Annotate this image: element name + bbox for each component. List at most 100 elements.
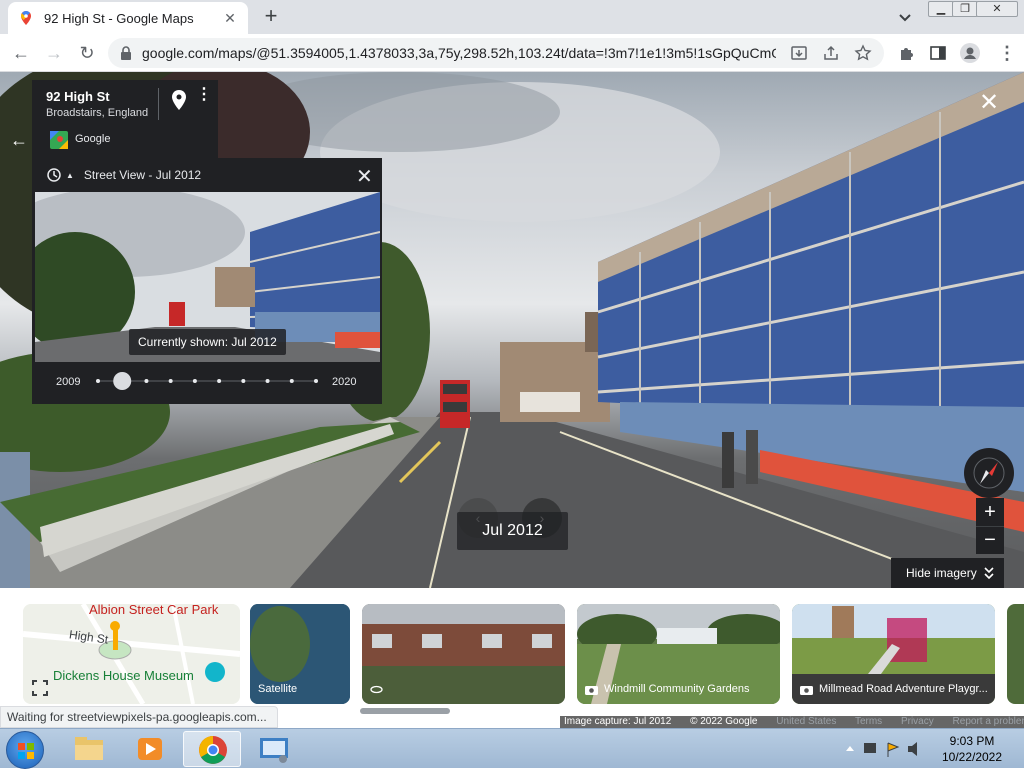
lock-icon [121,46,131,60]
chrome-icon [199,736,227,764]
hide-imagery-button[interactable]: Hide imagery [891,558,1004,588]
share-icon[interactable] [822,44,840,62]
photo-card-partial[interactable] [1007,604,1024,704]
compass-icon[interactable] [964,448,1014,498]
slider-stop[interactable] [289,379,294,383]
filmstrip-scrollbar[interactable] [360,708,450,714]
photo-card[interactable] [362,604,565,704]
tab-close-icon[interactable]: ✕ [222,10,238,27]
forward-icon[interactable]: → [43,42,65,64]
google-attribution: Google [75,133,111,145]
time-machine-panel: ▲ Street View - Jul 2012 ✕ Currently sho… [32,158,382,404]
photo-card[interactable]: Windmill Community Gardens [577,604,780,704]
media-player-icon [138,738,162,760]
map-footer: Image capture: Jul 2012 © 2022 Google Un… [560,716,1024,728]
window-close-button[interactable]: ✕ [976,1,1018,17]
image-capture-date: Image capture: Jul 2012 [564,716,672,727]
system-tray[interactable] [842,739,932,759]
divider [158,88,159,120]
clock-time: 9:03 PM [949,734,995,748]
back-icon[interactable]: ← [10,42,32,64]
capture-date-badge: Jul 2012 [457,512,568,550]
photo-houses [362,604,565,704]
minimize-button[interactable]: ▁ [928,1,954,17]
slider-stop[interactable] [168,379,173,383]
zoom-out-button[interactable]: − [976,526,1004,554]
system-clock[interactable]: 9:03 PM 10/22/2022 [932,733,1012,765]
browser-tab-strip: 92 High St - Google Maps ✕ + ▁ ❐ ✕ [0,0,1024,34]
reload-icon[interactable]: ↻ [76,42,98,64]
taskbar-explorer[interactable] [60,731,118,767]
extensions-puzzle-icon[interactable] [898,44,916,62]
zoom-in-button[interactable]: + [976,498,1004,526]
date-slider[interactable] [96,366,320,396]
photo-caption: Windmill Community Gardens [585,683,749,695]
photo-caption [370,684,389,695]
map-thumbnail-card[interactable]: Albion Street Car Park High St Dickens H… [23,604,240,704]
slider-stop[interactable] [241,379,246,383]
tab-search-chevron-icon[interactable] [896,8,914,26]
time-machine-title: Street View - Jul 2012 [83,168,202,182]
slider-stop[interactable] [265,379,270,383]
360-view-icon [370,685,383,694]
more-options-icon[interactable]: ⋮ [196,87,212,103]
windows-logo-icon [18,743,34,759]
browser-status-bubble: Waiting for streetviewpixels-pa.googleap… [0,706,278,728]
browser-tab[interactable]: 92 High St - Google Maps ✕ [8,2,248,34]
footer-link-terms[interactable]: Terms [855,716,882,727]
show-hidden-icons-icon [846,746,854,751]
volume-icon [908,742,917,756]
google-maps-favicon [21,11,31,25]
slider-stop[interactable] [192,379,197,383]
windows-taskbar: 9:03 PM 10/22/2022 [0,728,1024,769]
restore-button[interactable]: ❐ [952,1,978,17]
close-time-machine-icon[interactable]: ✕ [356,164,373,189]
photo-card[interactable]: Millmead Road Adventure Playgr... [792,604,995,704]
satellite-label: Satellite [258,683,298,695]
clock-date: 10/22/2022 [941,750,1003,764]
map-label-museum: Dickens House Museum [53,668,194,683]
start-year-label: 2009 [56,376,81,388]
browser-toolbar: ← → ↻ google.com/maps/@51.3594005,1.4378… [0,34,1024,72]
browser-menu-icon[interactable]: ⋮ [996,42,1018,64]
new-tab-button[interactable]: + [260,5,282,27]
satellite-toggle-card[interactable]: Satellite [250,604,350,704]
start-button[interactable] [6,731,44,769]
currently-shown-tooltip: Currently shown: Jul 2012 [129,329,286,355]
action-center-flag-icon [887,742,900,757]
photo-caption: Millmead Road Adventure Playgr... [800,683,988,695]
place-locality: Broadstairs, England [46,107,149,119]
camera-icon [585,685,598,695]
time-machine-header[interactable]: ▲ Street View - Jul 2012 [46,167,201,183]
network-icon [864,743,876,753]
footer-link-privacy[interactable]: Privacy [901,716,934,727]
map-pin-icon[interactable] [172,90,186,110]
map-label-car-park: Albion Street Car Park [89,604,219,617]
slider-thumb[interactable] [113,372,132,390]
hide-imagery-label: Hide imagery [906,566,977,580]
expand-map-icon[interactable] [31,679,49,697]
taskbar-media-player[interactable] [121,731,179,767]
camera-icon [800,685,813,695]
back-to-map-icon[interactable]: ← [10,130,30,150]
slider-stop[interactable] [144,379,149,383]
footer-link-country[interactable]: United States [776,716,836,727]
slider-stop[interactable] [217,379,222,383]
place-info-card: 92 High St Broadstairs, England ⋮ Google [32,80,218,158]
bookmark-star-icon[interactable] [854,44,872,62]
profile-avatar-icon[interactable] [960,43,980,63]
place-name: 92 High St [46,89,110,104]
folder-icon [75,737,103,760]
slider-stop[interactable] [96,379,100,383]
close-street-view-icon[interactable]: ✕ [978,91,1000,115]
taskbar-control-panel[interactable] [245,731,303,767]
address-bar[interactable]: google.com/maps/@51.3594005,1.4378033,3a… [108,38,884,68]
side-panel-icon[interactable] [929,44,947,62]
history-clock-icon [47,168,61,182]
install-icon[interactable] [790,44,808,62]
taskbar-chrome[interactable] [183,731,241,767]
mini-map [23,604,240,704]
double-chevron-down-icon [984,567,994,580]
slider-stop[interactable] [314,379,318,383]
footer-link-report[interactable]: Report a problem [953,716,1024,727]
